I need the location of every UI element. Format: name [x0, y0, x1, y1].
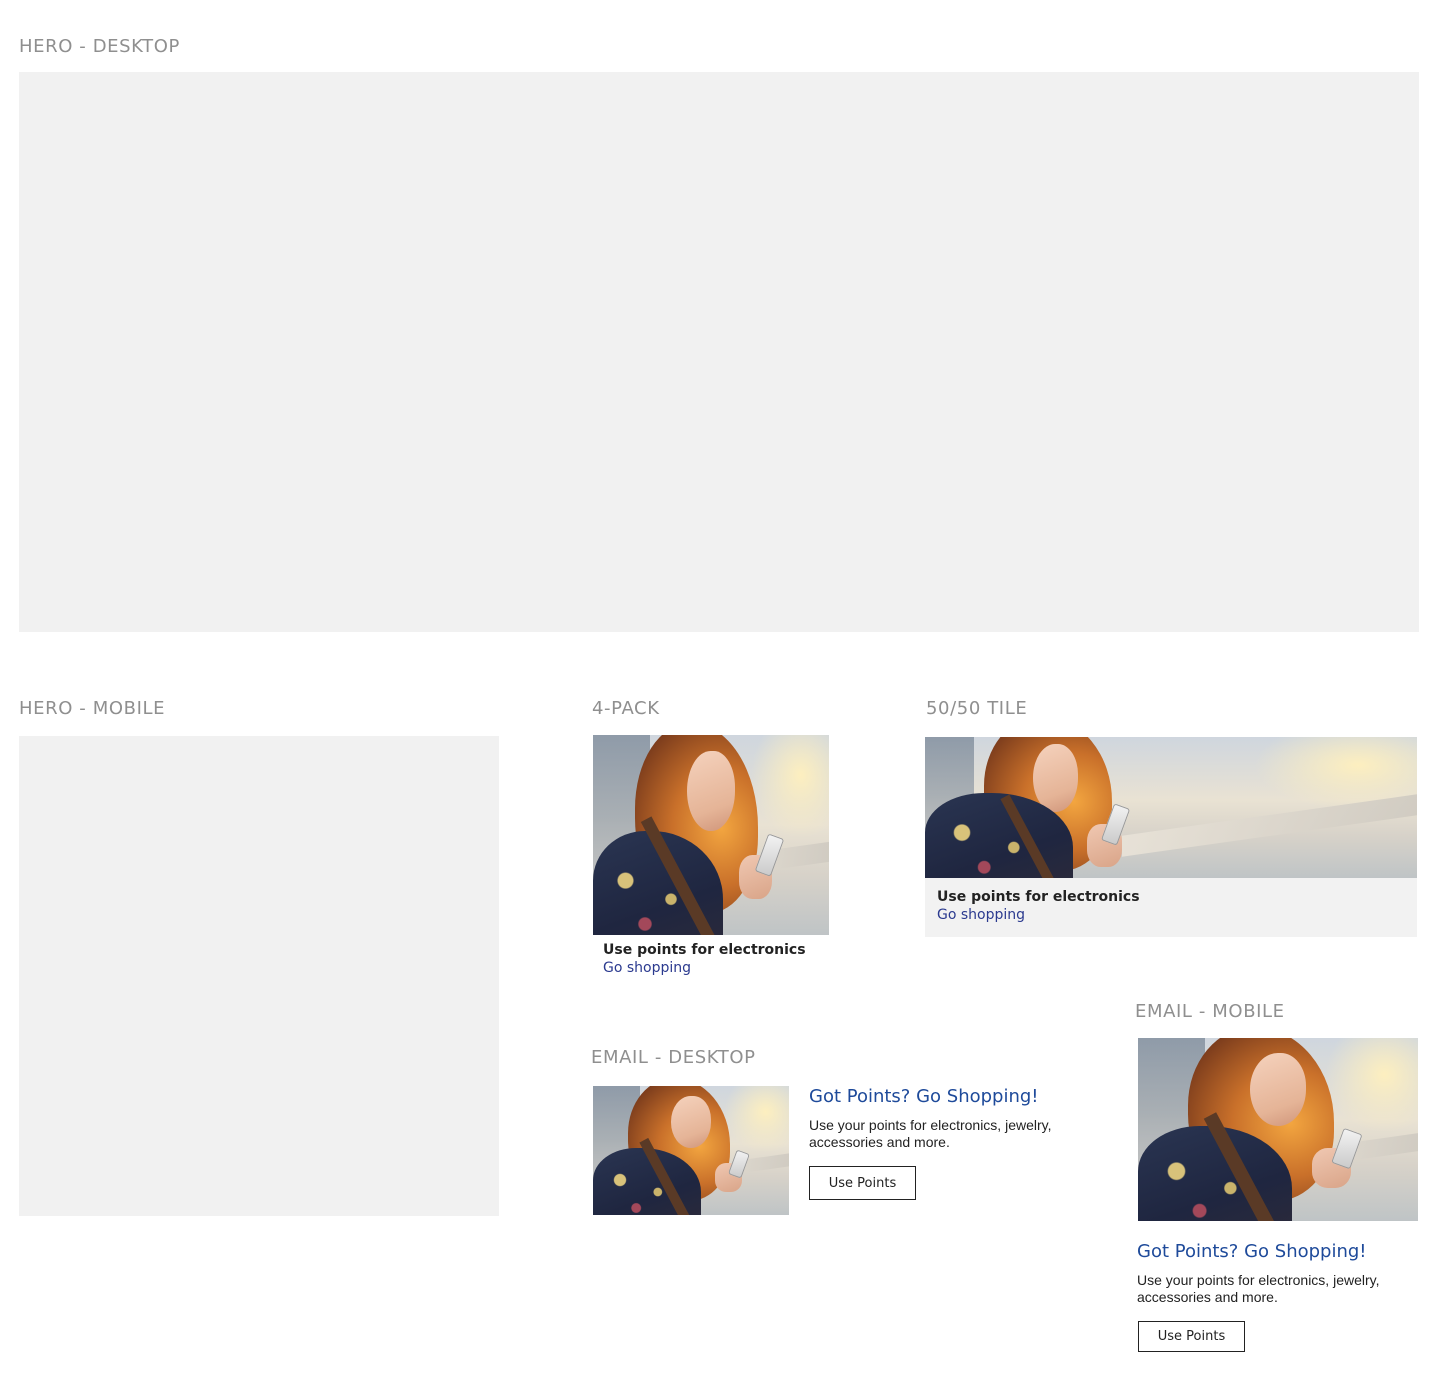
fifty-tile-title: Use points for electronics — [937, 889, 1140, 905]
email-desktop-use-points-button[interactable]: Use Points — [809, 1166, 916, 1200]
email-desktop-photo — [593, 1086, 789, 1215]
email-desktop-body: Use your points for electronics, jewelry… — [809, 1117, 1052, 1151]
fifty-tile-label: 50/50 TILE — [926, 698, 1028, 719]
email-mobile-body-line2: accessories and more. — [1137, 1289, 1278, 1305]
four-pack-label: 4-PACK — [592, 698, 660, 719]
hero-mobile-placeholder — [19, 736, 499, 1216]
fifty-tile-caption: Use points for electronics Go shopping — [937, 889, 1140, 924]
fifty-tile-go-shopping-link[interactable]: Go shopping — [937, 907, 1025, 923]
email-desktop-headline: Got Points? Go Shopping! — [809, 1086, 1039, 1107]
fifty-tile-photo — [925, 737, 1417, 878]
email-desktop-body-line1: Use your points for electronics, jewelry… — [809, 1117, 1052, 1133]
four-pack-photo — [593, 735, 829, 935]
hero-desktop-label: HERO - DESKTOP — [19, 36, 181, 57]
email-mobile-photo — [1138, 1038, 1418, 1221]
email-mobile-headline: Got Points? Go Shopping! — [1137, 1241, 1367, 1262]
four-pack-caption: Use points for electronics Go shopping — [603, 942, 806, 977]
four-pack-title: Use points for electronics — [603, 942, 806, 958]
email-desktop-label: EMAIL - DESKTOP — [591, 1047, 756, 1068]
email-desktop-body-line2: accessories and more. — [809, 1134, 950, 1150]
hero-mobile-label: HERO - MOBILE — [19, 698, 166, 719]
email-mobile-body: Use your points for electronics, jewelry… — [1137, 1272, 1380, 1306]
email-mobile-body-line1: Use your points for electronics, jewelry… — [1137, 1272, 1380, 1288]
email-mobile-use-points-button[interactable]: Use Points — [1138, 1321, 1245, 1352]
hero-desktop-placeholder — [19, 72, 1419, 632]
four-pack-go-shopping-link[interactable]: Go shopping — [603, 960, 691, 976]
email-mobile-label: EMAIL - MOBILE — [1135, 1001, 1285, 1022]
